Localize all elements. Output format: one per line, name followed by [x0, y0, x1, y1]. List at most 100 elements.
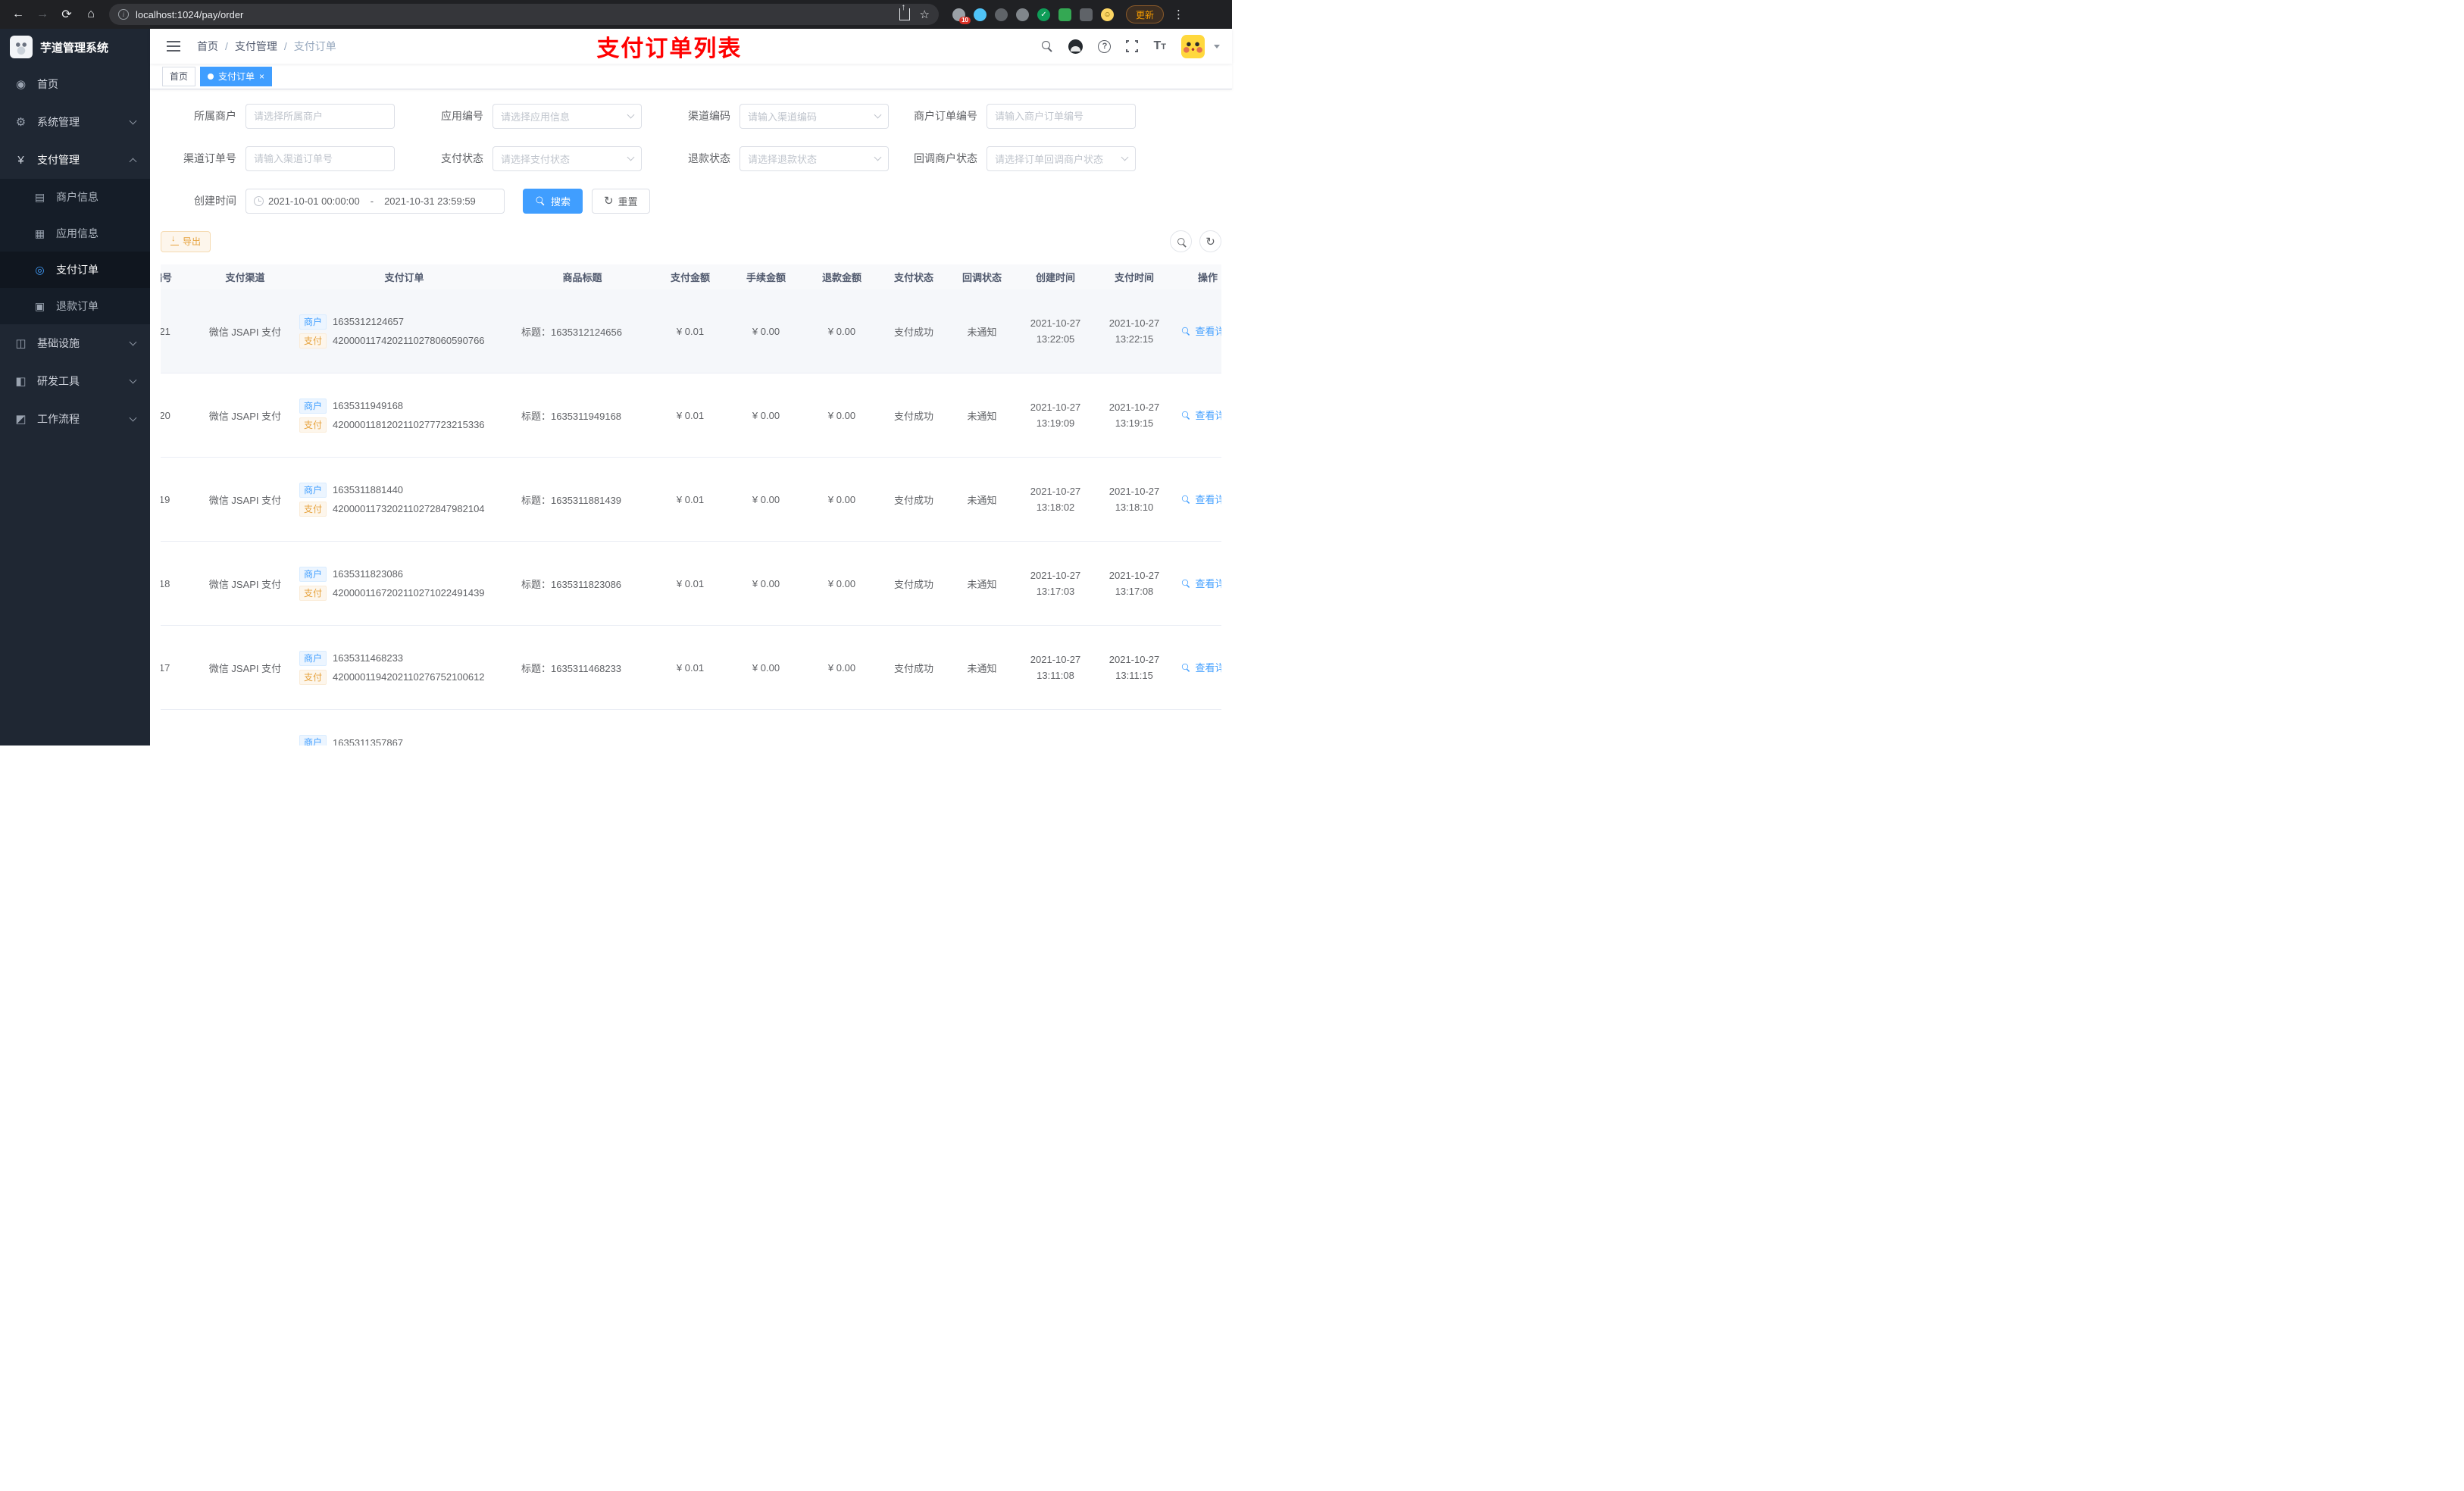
user-avatar[interactable] — [1181, 34, 1205, 58]
extension-icon[interactable]: ✓ — [1037, 8, 1050, 21]
merchant-order-no: 1635311468233 — [333, 652, 404, 664]
view-detail-link[interactable]: 查看详情 — [1180, 324, 1221, 338]
refund-amount: ¥ 0.00 — [827, 409, 856, 421]
browser-back-button[interactable]: ← — [8, 4, 29, 25]
notify-status: 未通知 — [967, 410, 997, 422]
extension-icon[interactable] — [974, 8, 987, 21]
merchant-order-no: 1635311949168 — [333, 400, 404, 411]
view-detail-link[interactable]: 查看详情 — [1180, 660, 1221, 674]
extension-icon[interactable] — [995, 8, 1008, 21]
extension-badge: 10 — [959, 16, 971, 24]
chevron-down-icon — [129, 414, 137, 422]
topbar: 首页 / 支付管理 / 支付订单 支付订单列表 ? TT — [150, 29, 1232, 64]
search-button[interactable]: 搜索 — [523, 188, 583, 214]
notify-status-select[interactable]: 请选择订单回调商户状态 — [987, 145, 1136, 171]
sidebar: 芋道管理系统 ◉ 首页 ⚙ 系统管理 ¥ 支付管理 ▤ 商户信息 ▦ 应用信息 — [0, 29, 150, 746]
breadcrumb-payment[interactable]: 支付管理 — [235, 39, 277, 54]
sidebar-item-payment[interactable]: ¥ 支付管理 — [0, 141, 150, 179]
order-id: 118 — [161, 577, 170, 589]
pay-order-cell: 商户1635311357867 支付 — [296, 731, 512, 746]
create-time-cell: 2021-10-27 13:19:09 — [1030, 401, 1081, 429]
pay-channel: 微信 JSAPI 支付 — [208, 494, 282, 506]
pay-tag: 支付 — [299, 417, 327, 433]
sidebar-item-system[interactable]: ⚙ 系统管理 — [0, 103, 150, 141]
merchant-tag: 商户 — [299, 314, 327, 330]
font-size-icon[interactable]: TT — [1153, 39, 1166, 53]
browser-forward-button[interactable]: → — [32, 4, 53, 25]
extension-icon[interactable] — [1058, 8, 1071, 21]
app-select[interactable]: 请选择应用信息 — [492, 103, 642, 129]
merchant-tag: 商户 — [299, 650, 327, 666]
browser-reload-button[interactable]: ⟳ — [56, 4, 77, 25]
share-icon[interactable] — [899, 2, 910, 20]
merchant-order-no-input[interactable] — [987, 103, 1136, 129]
payment-submenu: ▤ 商户信息 ▦ 应用信息 ◎ 支付订单 ▣ 退款订单 — [0, 179, 150, 324]
browser-menu-icon[interactable]: ⋮ — [1173, 8, 1184, 21]
url-bar[interactable]: i localhost:1024/pay/order ☆ — [109, 2, 939, 25]
grid-icon: ▦ — [34, 227, 45, 239]
toggle-search-button[interactable] — [1170, 230, 1192, 252]
avatar-caret-icon[interactable] — [1214, 44, 1220, 48]
extension-icon[interactable] — [1080, 8, 1093, 21]
pay-status: 支付成功 — [893, 326, 933, 338]
create-time-cell: 2021-10-27 13:22:05 — [1030, 317, 1081, 345]
refund-status-select[interactable]: 请选择退款状态 — [740, 145, 889, 171]
merchant-tag: 商户 — [299, 566, 327, 582]
table-row: 121 微信 JSAPI 支付 商户 1635312124657 支付 420000… — [161, 289, 1221, 374]
merchant-tag: 商户 — [299, 735, 327, 746]
magnifier-icon — [1182, 327, 1190, 335]
create-time-range[interactable]: 2021-10-01 00:00:00 - 2021-10-31 23:59:5… — [245, 188, 505, 214]
channel-order-no-input[interactable] — [245, 145, 395, 171]
table-row: 117 微信 JSAPI 支付 商户 1635311468233 支付 420000… — [161, 626, 1221, 710]
search-icon[interactable] — [1042, 40, 1053, 52]
sidebar-item-app-info[interactable]: ▦ 应用信息 — [0, 215, 150, 252]
browser-chrome: ← → ⟳ ⌂ i localhost:1024/pay/order ☆ 10 … — [0, 0, 1232, 29]
search-icon — [536, 196, 546, 205]
view-detail-link[interactable]: 查看详情 — [1180, 492, 1221, 506]
extension-icon[interactable] — [1016, 8, 1029, 21]
tab-pay-order[interactable]: 支付订单 × — [200, 66, 273, 86]
pay-channel: 微信 JSAPI 支付 — [208, 578, 282, 590]
briefcase-icon: ◩ — [15, 413, 27, 426]
breadcrumb-home[interactable]: 首页 — [197, 39, 218, 54]
app-logo-row[interactable]: 芋道管理系统 — [0, 29, 150, 65]
sidebar-collapse-icon[interactable] — [167, 41, 180, 52]
channel-pay-no: 4200001174202110278060590766 — [333, 335, 485, 346]
fullscreen-icon[interactable] — [1125, 39, 1140, 53]
pay-channel: 微信 JSAPI 支付 — [208, 662, 282, 674]
sidebar-item-home[interactable]: ◉ 首页 — [0, 65, 150, 103]
sidebar-item-devtools[interactable]: ◧ 研发工具 — [0, 362, 150, 400]
export-button[interactable]: 导出 — [161, 230, 211, 252]
sidebar-item-infra[interactable]: ◫ 基础设施 — [0, 324, 150, 362]
pay-order-cell: 商户 1635311468233 支付 4200001194202110276752… — [296, 647, 512, 689]
sidebar-item-merchant-info[interactable]: ▤ 商户信息 — [0, 179, 150, 215]
merchant-select[interactable] — [245, 103, 395, 129]
refund-amount: ¥ 0.00 — [827, 493, 856, 505]
github-icon[interactable] — [1068, 39, 1083, 54]
chevron-down-icon — [129, 376, 137, 384]
channel-code-select[interactable]: 请输入渠道编码 — [740, 103, 889, 129]
bookmark-star-icon[interactable]: ☆ — [920, 8, 930, 21]
browser-home-button[interactable]: ⌂ — [80, 4, 102, 25]
merchant-order-no: 1635312124657 — [333, 316, 405, 327]
question-icon[interactable]: ? — [1098, 39, 1112, 53]
pay-status-select[interactable]: 请选择支付状态 — [492, 145, 642, 171]
sidebar-item-workflow[interactable]: ◩ 工作流程 — [0, 400, 150, 438]
page-info-icon[interactable]: i — [118, 9, 129, 20]
channel-pay-no: 4200001173202110272847982104 — [333, 503, 485, 514]
sidebar-item-refund-order[interactable]: ▣ 退款订单 — [0, 288, 150, 324]
product-title: 标题：1635311949168 — [521, 410, 622, 422]
close-icon[interactable]: × — [259, 72, 264, 81]
view-detail-link[interactable]: 查看详情 — [1180, 408, 1221, 422]
extension-icon[interactable]: 10 — [952, 8, 971, 24]
extension-icon[interactable]: ☺ — [1101, 8, 1114, 21]
tab-home[interactable]: 首页 — [162, 66, 196, 86]
sidebar-item-pay-order[interactable]: ◎ 支付订单 — [0, 252, 150, 288]
table-header: 编号 支付渠道 支付订单 商品标题 支付金额 手续金额 退款金额 支付状态 回调… — [161, 264, 1221, 289]
app-label: 应用编号 — [441, 110, 483, 122]
reset-button[interactable]: ↻ 重置 — [592, 188, 650, 214]
refresh-table-button[interactable]: ↻ — [1199, 230, 1221, 252]
view-detail-link[interactable]: 查看详情 — [1180, 576, 1221, 590]
browser-update-button[interactable]: 更新 — [1126, 5, 1165, 23]
pay-amount: ¥ 0.01 — [676, 493, 705, 505]
